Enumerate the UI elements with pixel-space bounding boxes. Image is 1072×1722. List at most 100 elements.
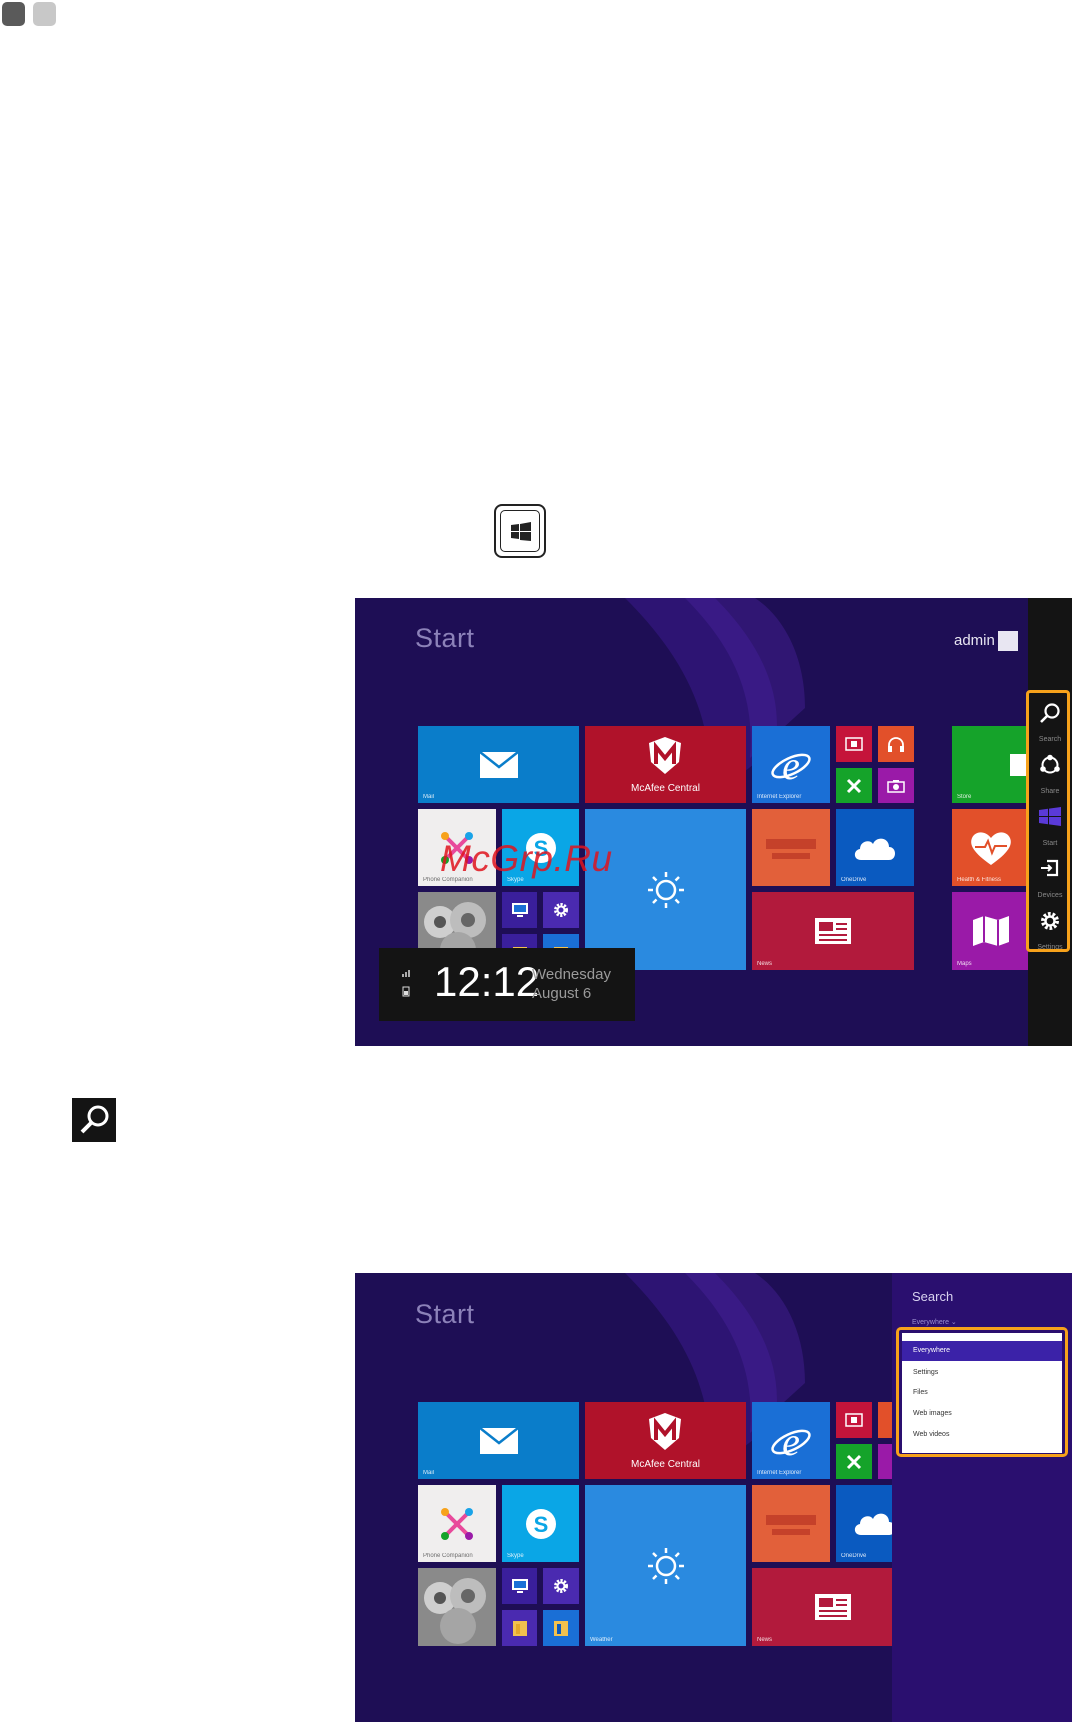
tile-news[interactable]: News	[752, 892, 914, 970]
internet-explorer-icon: e	[771, 1421, 811, 1461]
tile-small-camera[interactable]	[878, 768, 914, 803]
search-menu-highlight-box	[896, 1327, 1068, 1457]
file-explorer-icon	[512, 1621, 527, 1636]
tile-onedrive[interactable]: OneDrive	[836, 1485, 892, 1562]
mail-icon	[479, 1427, 518, 1454]
computer-icon	[511, 903, 528, 917]
tile-small-video[interactable]	[836, 726, 872, 762]
search-pane-title: Search	[912, 1289, 954, 1304]
sun-icon	[647, 1547, 684, 1584]
tile-small-games[interactable]	[836, 768, 872, 803]
cloud-icon	[854, 838, 895, 860]
start-title: Start	[415, 623, 475, 653]
clock-day: Wednesday	[532, 966, 611, 983]
tile-news-photo[interactable]	[752, 1485, 830, 1562]
tile-mcafee[interactable]: McAfee Central	[585, 726, 746, 803]
tile-label: OneDrive	[841, 877, 867, 883]
tile-small-settings[interactable]	[543, 892, 579, 928]
skype-icon: S	[525, 1508, 556, 1539]
tile-skype[interactable]: S Skype	[502, 1485, 579, 1562]
tile-label: Mail	[423, 794, 435, 800]
cloud-icon	[854, 1513, 892, 1535]
search-charm-icon	[72, 1098, 116, 1142]
tile-small-desktop[interactable]	[502, 1568, 537, 1604]
charms-highlight-box	[1026, 690, 1070, 952]
tile-internet-explorer[interactable]: e Internet Explorer	[752, 1402, 830, 1479]
tile-label: Weather	[590, 1637, 613, 1643]
clock-date: Wednesday August 6	[532, 965, 611, 1003]
tile-maps[interactable]: Maps	[952, 892, 1030, 970]
mcafee-shield-icon	[649, 1413, 681, 1450]
tile-label: Health & Fitness	[957, 877, 1002, 883]
news-icon	[815, 918, 851, 944]
svg-text:e: e	[782, 745, 800, 785]
tile-health[interactable]: Health & Fitness	[952, 809, 1030, 886]
tile-small-desktop[interactable]	[502, 892, 537, 928]
xbox-icon	[846, 778, 862, 793]
tile-weather[interactable]	[585, 809, 746, 970]
heart-icon	[971, 831, 1011, 865]
photo-thumbnail-icon	[424, 1578, 486, 1644]
phone-companion-icon	[441, 1507, 473, 1540]
user-name[interactable]: admin	[954, 632, 995, 649]
gear-icon	[554, 1579, 568, 1593]
tile-label: McAfee Central	[631, 783, 700, 794]
mcafee-shield-icon	[649, 737, 681, 774]
tile-small-settings[interactable]	[543, 1568, 579, 1604]
tile-small-games[interactable]	[836, 1444, 872, 1479]
tile-photos[interactable]	[418, 1568, 496, 1646]
tile-mail[interactable]: Mail	[418, 726, 579, 803]
tile-label: Store	[957, 794, 972, 800]
svg-text:S: S	[533, 1512, 548, 1537]
lock-clock-overlay: 12:12 Wednesday August 6	[379, 948, 635, 1021]
tile-onedrive[interactable]: OneDrive	[836, 809, 914, 886]
xbox-icon	[846, 1454, 862, 1469]
tile-internet-explorer[interactable]: e Internet Explorer	[752, 726, 830, 803]
tile-label: Maps	[957, 961, 972, 967]
tile-small-video[interactable]	[836, 1402, 872, 1438]
internet-explorer-icon: e	[771, 745, 811, 785]
sun-icon	[647, 871, 684, 908]
tile-label: Mail	[423, 1470, 435, 1476]
mail-icon	[479, 751, 518, 778]
gear-icon	[554, 903, 568, 917]
folder-icon	[554, 1621, 568, 1636]
search-scope-dropdown[interactable]: Everywhere ⌄	[912, 1318, 957, 1326]
tile-label: McAfee Central	[631, 1459, 700, 1470]
tile-weather[interactable]: Weather	[585, 1485, 746, 1646]
tile-small-explorer[interactable]	[502, 1610, 537, 1646]
tile-phone-companion[interactable]: Phone Companion	[418, 1485, 496, 1562]
tile-news-photo[interactable]	[752, 809, 830, 886]
tile-mcafee[interactable]: McAfee Central	[585, 1402, 746, 1479]
tile-small-music[interactable]	[878, 1402, 892, 1438]
page-marker-dark	[2, 2, 25, 26]
status-icons	[402, 970, 410, 997]
watermark: McGrp.Ru	[440, 838, 613, 879]
map-icon	[973, 916, 1009, 946]
tile-news[interactable]: News	[752, 1568, 892, 1646]
tile-label: News	[757, 1637, 773, 1643]
video-icon	[845, 1413, 863, 1427]
headphones-icon	[888, 737, 904, 752]
user-avatar-icon[interactable]	[998, 631, 1018, 651]
camera-icon	[887, 779, 905, 793]
news-icon	[815, 1594, 851, 1620]
computer-icon	[511, 1579, 528, 1593]
start-title: Start	[415, 1299, 475, 1329]
clock-month-day: August 6	[532, 985, 592, 1002]
tile-mail[interactable]: Mail	[418, 1402, 579, 1479]
video-icon	[845, 737, 863, 751]
tile-store[interactable]: Store	[952, 726, 1030, 803]
page-marker-light	[33, 2, 56, 26]
tile-label: OneDrive	[841, 1553, 867, 1559]
tile-label: Internet Explorer	[757, 1470, 802, 1476]
clock-time: 12:12	[434, 958, 540, 1005]
tile-small-camera[interactable]	[878, 1444, 892, 1479]
tile-label: Internet Explorer	[757, 794, 802, 800]
tile-small-files[interactable]	[543, 1610, 579, 1646]
tile-label: Phone Companion	[423, 1553, 473, 1559]
tile-small-music[interactable]	[878, 726, 914, 762]
tile-label: News	[757, 961, 773, 967]
svg-text:e: e	[782, 1421, 800, 1461]
start-screen-search: Start Mail McAfee Central e Internet Exp…	[355, 1273, 892, 1722]
